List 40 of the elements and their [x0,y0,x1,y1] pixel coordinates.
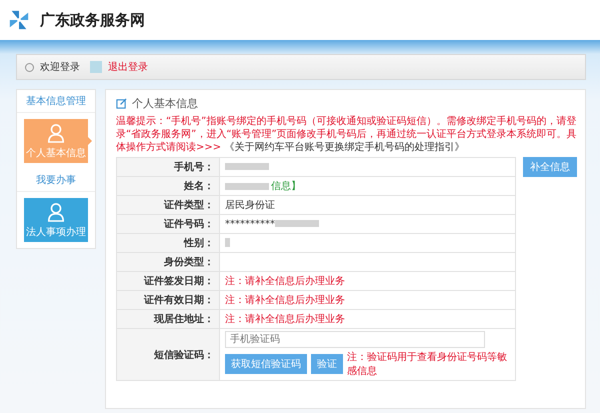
pinwheel-logo-icon [8,9,30,31]
note-text: 注：请补全信息后办理业务 [225,276,345,287]
note-text: 注：请补全信息后办理业务 [225,314,345,325]
logout-link[interactable]: 退出登录 [108,60,148,74]
guide-link[interactable]: 《关于网约车平台账号更换绑定手机号码的处理指引》 [224,142,464,153]
note-text: 注：请补全信息后办理业务 [225,295,345,306]
redacted-block [275,220,319,228]
field-value: 居民身份证 [225,200,275,211]
field-label: 证件签发日期： [116,272,220,290]
note-text: 注：验证码用于查看身份证号码等敏感信息 [347,350,508,378]
edit-icon [116,98,127,109]
section-title: 基本信息管理 [17,90,95,113]
redacted-block [225,182,269,190]
field-label: 证件有效日期： [116,290,220,310]
field-label: 短信验证码： [116,328,220,380]
field-label: 手机号： [116,158,220,176]
field-label: 身份类型： [116,252,220,272]
person-icon [47,122,65,142]
notice-text: 温馨提示：“手机号”指账号绑定的手机号码（可接收通知或验证码短信）。需修改绑定手机号码的，请登录“省政务服务网”，进入“账号管理”页面修改手机号码后，再通过统一认证平台方式登录本系统即可。具体操作方式请阅读>>> 《关于网约车平台账号更换绑定手机号码的处理指引》 [116,115,577,154]
redacted-block [225,238,230,248]
circle-icon [25,62,34,72]
panel-title: 个人基本信息 [132,96,198,111]
verify-button[interactable]: 验证 [311,354,343,374]
complete-info-button[interactable]: 补全信息 [523,157,577,177]
sidebar-tile[interactable]: 法人事项办理 [24,198,88,242]
greeting-text: 欢迎登录 [40,60,80,74]
person-icon [47,202,65,222]
field-value: 信息】 [271,181,301,192]
field-label: 现居住地址： [116,310,220,328]
redacted-block [225,163,269,170]
site-title: 广东政务服务网 [40,10,145,30]
section-title: 我要办事 [17,169,95,192]
redacted-block [90,61,102,73]
input-field[interactable]: 手机验证码 [225,331,485,348]
field-label: 证件号码： [116,214,220,234]
field-label: 证件类型： [116,196,220,214]
get-code-button[interactable]: 获取短信验证码 [225,354,307,374]
field-label: 性别： [116,234,220,252]
field-value: ********** [225,218,275,230]
field-label: 姓名： [116,176,220,196]
